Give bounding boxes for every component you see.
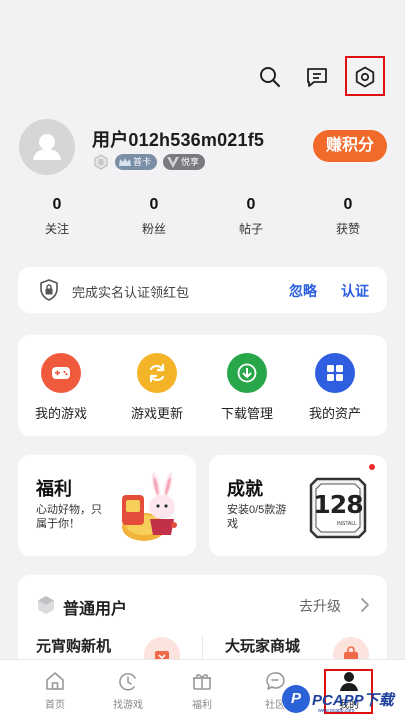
member-item-shop[interactable]: 大玩家商城 [225, 635, 300, 656]
tools-panel: 我的游戏 游戏更新 下载管理 我的资产 [18, 335, 387, 436]
tab-label: 福利 [192, 700, 212, 711]
ignore-link[interactable]: 忽略 [289, 281, 317, 301]
stat-label: 帖子 [238, 222, 263, 236]
tab-label: 首页 [45, 700, 65, 711]
tool-my-games[interactable]: 我的游戏 [18, 353, 104, 422]
badge-number: 128 [313, 490, 363, 519]
stat-value: 0 [52, 196, 62, 213]
member-level-title: 普通用户 [63, 601, 128, 618]
stat-value: 0 [343, 196, 353, 213]
rabbit-mascot-icon [122, 472, 177, 541]
grid-icon [315, 353, 355, 393]
upgrade-link[interactable]: 去升级 [299, 596, 341, 616]
settings-highlight [345, 56, 385, 96]
stat-value: 0 [149, 196, 159, 213]
welfare-subtitle: 心动好物，只属于你！ [36, 504, 102, 530]
vip-badge-label: 悦享 [181, 157, 200, 167]
v-icon [167, 157, 180, 168]
stat-value: 0 [246, 196, 256, 213]
search-icon[interactable] [253, 60, 287, 94]
level-icon [94, 154, 108, 170]
username: 用户012h536m021f5 [92, 130, 265, 150]
badge-caption: INSTALL [337, 521, 357, 527]
verify-text: 完成实名认证领红包 [72, 285, 190, 300]
vip-badge[interactable]: 悦享 [163, 154, 206, 170]
tool-my-assets[interactable]: 我的资产 [292, 353, 378, 422]
watermark-text: PCAPP下载 [312, 691, 394, 709]
home-icon [25, 660, 85, 692]
tool-game-updates[interactable]: 游戏更新 [114, 353, 200, 422]
tab-label: 找游戏 [113, 700, 143, 711]
verify-link[interactable]: 认证 [341, 281, 369, 301]
download-icon [227, 353, 267, 393]
avatar[interactable] [19, 119, 75, 175]
stat-label: 粉丝 [141, 222, 166, 236]
badge-row: 普卡 悦享 [93, 154, 206, 170]
pcapp-watermark: P PCAPP下载 www.pcapp.com [282, 681, 405, 717]
card-badge[interactable]: 普卡 [115, 154, 158, 170]
welfare-title: 福利 [36, 479, 72, 499]
crown-icon [119, 158, 131, 166]
member-level-icon [38, 596, 54, 614]
achievement-subtitle: 安装0/5款游戏 [227, 504, 287, 530]
verify-banner: 完成实名认证领红包 忽略 认证 [18, 267, 387, 313]
tool-label: 下载管理 [220, 406, 273, 421]
tab-home[interactable]: 首页 [25, 660, 85, 720]
card-badge-label: 普卡 [133, 157, 152, 167]
stat-following[interactable]: 0 关注 [17, 196, 97, 237]
gift-box-icon [172, 660, 232, 692]
earn-points-button[interactable]: 赚积分 [313, 130, 387, 162]
refresh-icon [137, 353, 177, 393]
tab-welfare[interactable]: 福利 [172, 660, 232, 720]
stat-label: 获赞 [335, 222, 360, 236]
stat-likes[interactable]: 0 获赞 [308, 196, 388, 237]
install-badge-icon: 128 INSTALL [309, 477, 367, 539]
notification-dot [369, 464, 375, 470]
tool-label: 游戏更新 [130, 406, 183, 421]
tool-label: 我的资产 [308, 406, 361, 421]
achievement-card[interactable]: 成就 安装0/5款游戏 128 INSTALL [209, 455, 387, 556]
shield-lock-icon [40, 279, 58, 301]
stat-posts[interactable]: 0 帖子 [211, 196, 291, 237]
stat-followers[interactable]: 0 粉丝 [114, 196, 194, 237]
achievement-title: 成就 [227, 479, 263, 499]
chevron-right-icon [361, 598, 369, 612]
message-icon[interactable] [300, 60, 334, 94]
tool-download-manager[interactable]: 下载管理 [204, 353, 290, 422]
watermark-logo: P [282, 685, 310, 713]
watermark-url: www.pcapp.com [318, 708, 355, 714]
stats-row: 0 关注 0 粉丝 0 帖子 0 获赞 [0, 196, 405, 246]
member-item-new-phone[interactable]: 元宵购新机 [36, 635, 111, 656]
find-game-icon [98, 660, 158, 692]
gamepad-icon [41, 353, 81, 393]
tab-find-games[interactable]: 找游戏 [98, 660, 158, 720]
welfare-card[interactable]: 福利 心动好物，只属于你！ [18, 455, 196, 556]
tool-label: 我的游戏 [34, 406, 87, 421]
stat-label: 关注 [44, 222, 69, 236]
